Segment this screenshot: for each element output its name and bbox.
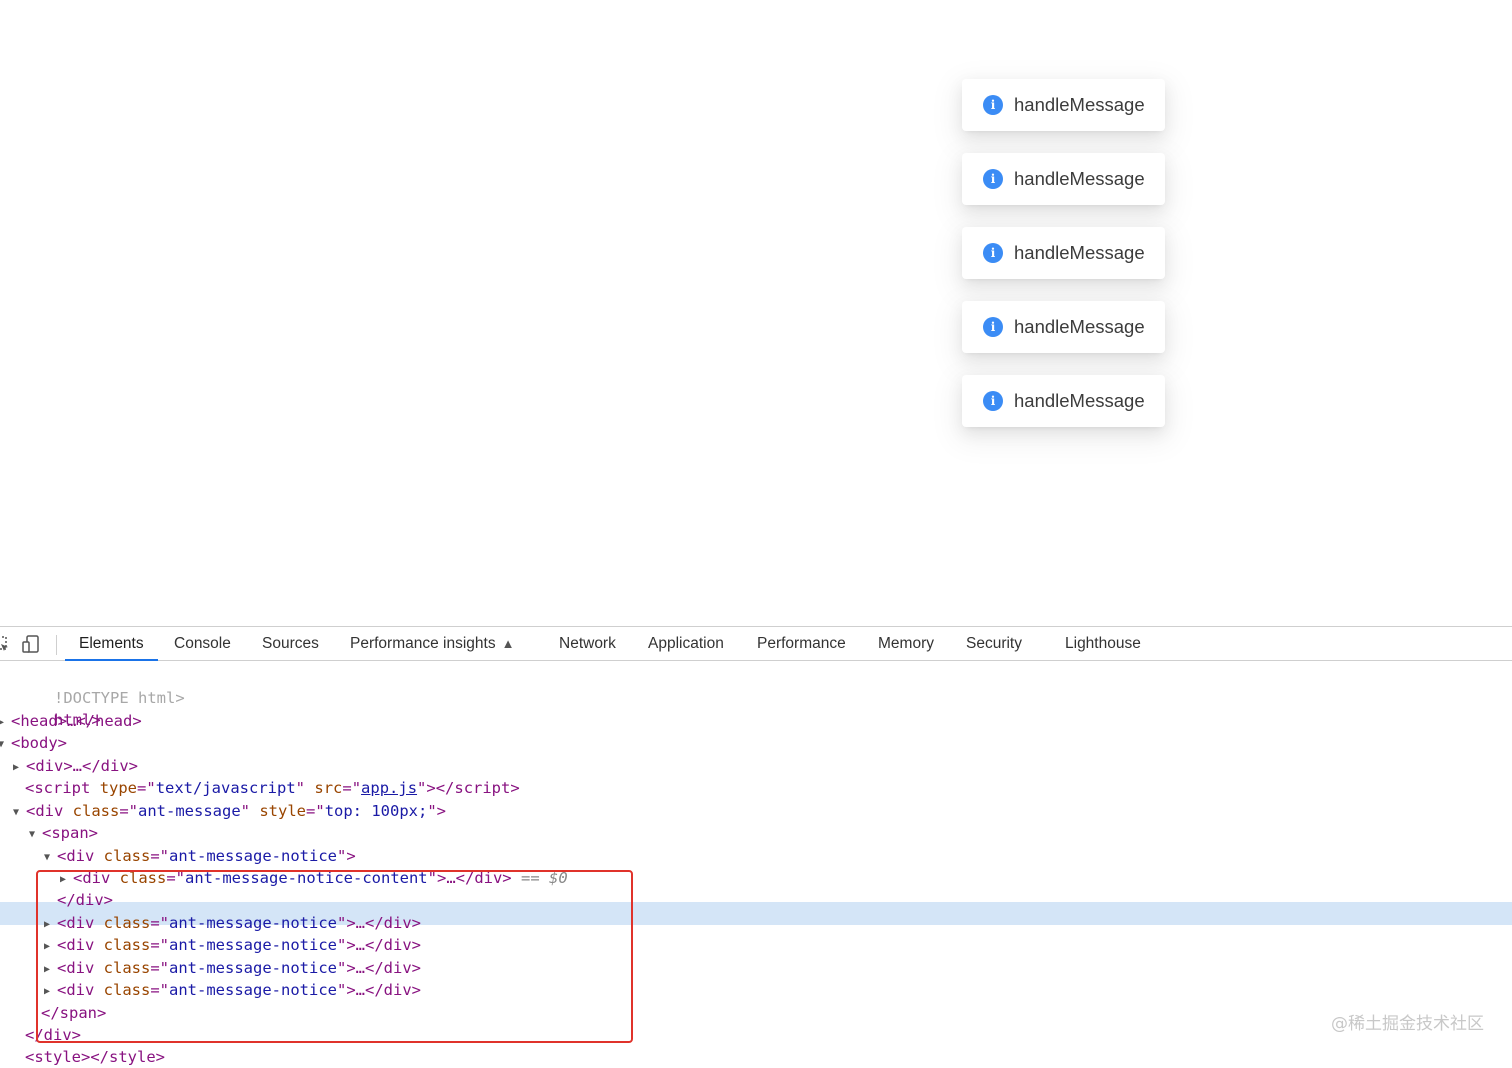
expand-triangle-icon[interactable]: ▶ [44,981,57,1003]
expand-triangle-icon[interactable]: ▶ [44,959,57,981]
expand-triangle-icon[interactable]: ▶ [44,914,57,936]
dom-node-script[interactable]: <script type="text/javascript" src="app.… [25,777,520,799]
info-circle-icon: i [983,317,1003,337]
tab-memory[interactable]: Memory [878,627,934,661]
dom-node-ant-message[interactable]: ▼ <div class="ant-message" style="top: 10… [13,800,446,822]
collapse-triangle-icon[interactable]: ▼ [29,824,42,846]
message-notice: i handleMessage [962,227,1165,279]
attr-value: ant-message-notice [169,959,337,977]
attr-value: ant-message [138,802,241,820]
inspect-element-icon[interactable] [0,635,10,653]
message-text: handleMessage [1014,94,1145,115]
watermark: @稀土掘金技术社区 [1331,1014,1484,1034]
message-text: handleMessage [1014,390,1145,411]
script-src-link[interactable]: app.js [361,779,417,797]
info-circle-icon: i [983,95,1003,115]
style-tag: <style></style> [25,1048,165,1066]
dom-node-notice-content[interactable]: ▶ <div class="ant-message-notice-content"… [60,867,568,889]
tab-sources[interactable]: Sources [262,627,319,661]
attr-value: ant-message-notice [169,914,337,932]
info-circle-icon: i [983,391,1003,411]
devtools-tabbar: Elements Console Sources Performance ins… [0,626,1512,661]
tab-elements[interactable]: Elements [65,627,158,661]
tab-label: Performance insights [350,635,496,652]
devtools-panel: Elements Console Sources Performance ins… [0,626,1512,1066]
expand-triangle-icon[interactable]: ▶ [13,757,26,779]
attr-value: top: 100px; [324,802,428,820]
body-open-tag: <body> [11,734,67,752]
div-close-tag: </div> [57,891,113,909]
dom-node-html[interactable]: html> [0,687,101,729]
toolbar-divider [56,635,57,655]
span-close-tag: </span> [41,1004,107,1022]
tab-console[interactable]: Console [174,627,231,661]
dom-node-body[interactable]: ▼ <body> [0,732,67,754]
tab-network[interactable]: Network [559,627,616,661]
page-viewport: i handleMessage i handleMessage i handle… [0,0,1512,626]
dom-node-style[interactable]: <style></style> [25,1046,165,1068]
tab-application[interactable]: Application [648,627,724,661]
expand-triangle-icon[interactable]: ▶ [0,712,11,734]
message-text: handleMessage [1014,242,1145,263]
dom-node-doctype[interactable]: !DOCTYPE html> [0,665,185,707]
message-text: handleMessage [1014,168,1145,189]
attr-name: src [314,779,343,797]
collapse-triangle-icon[interactable]: ▼ [44,847,57,869]
message-notice: i handleMessage [962,301,1165,353]
div-close-tag: </div> [25,1026,81,1044]
dom-node-notice[interactable]: ▶ <div class="ant-message-notice">…</div> [44,957,421,979]
span-open-tag: <span> [42,824,98,842]
attr-value: ant-message-notice [169,847,337,865]
dom-node-div-close[interactable]: </div> [25,1024,81,1046]
expand-triangle-icon[interactable]: ▶ [44,936,57,958]
info-circle-icon: i [983,243,1003,263]
selected-node-marker: == $0 [521,869,568,887]
dom-node-notice[interactable]: ▶ <div class="ant-message-notice">…</div> [44,934,421,956]
dom-node-head[interactable]: ▶ <head>…</head> [0,710,142,732]
tab-performance[interactable]: Performance [757,627,846,661]
flask-icon: ▲ [501,636,515,651]
expand-triangle-icon[interactable]: ▶ [60,869,73,891]
attr-value: ant-message-notice [169,981,337,999]
dom-node-span-close[interactable]: </span> [41,1002,106,1024]
div-collapsed-tag: <div>…</div> [26,757,138,775]
attr-value: ant-message-notice [169,936,337,954]
dom-node-notice[interactable]: ▶ <div class="ant-message-notice">…</div> [44,912,421,934]
attr-name: type [99,779,138,797]
dom-node-span[interactable]: ▼ <span> [29,822,98,844]
dom-node-notice[interactable]: ▼ <div class="ant-message-notice"> [44,845,356,867]
message-notice: i handleMessage [962,79,1165,131]
device-toolbar-icon[interactable] [22,635,40,653]
script-tag-name: script [34,779,91,797]
head-tag: <head>…</head> [11,712,142,730]
tab-performance-insights[interactable]: Performance insights ▲ [350,627,514,661]
attr-value: text/javascript [155,779,296,797]
message-notice: i handleMessage [962,153,1165,205]
message-notice: i handleMessage [962,375,1165,427]
dom-node-close[interactable]: </div> [57,889,113,911]
tab-security[interactable]: Security [966,627,1022,661]
dom-node-div[interactable]: ▶ <div>…</div> [13,755,138,777]
dom-node-notice[interactable]: ▶ <div class="ant-message-notice">…</div> [44,979,421,1001]
collapse-triangle-icon[interactable]: ▼ [0,734,11,756]
tab-lighthouse[interactable]: Lighthouse [1065,627,1141,661]
info-circle-icon: i [983,169,1003,189]
message-text: handleMessage [1014,316,1145,337]
attr-value: ant-message-notice-content [185,869,428,887]
collapse-triangle-icon[interactable]: ▼ [13,802,26,824]
